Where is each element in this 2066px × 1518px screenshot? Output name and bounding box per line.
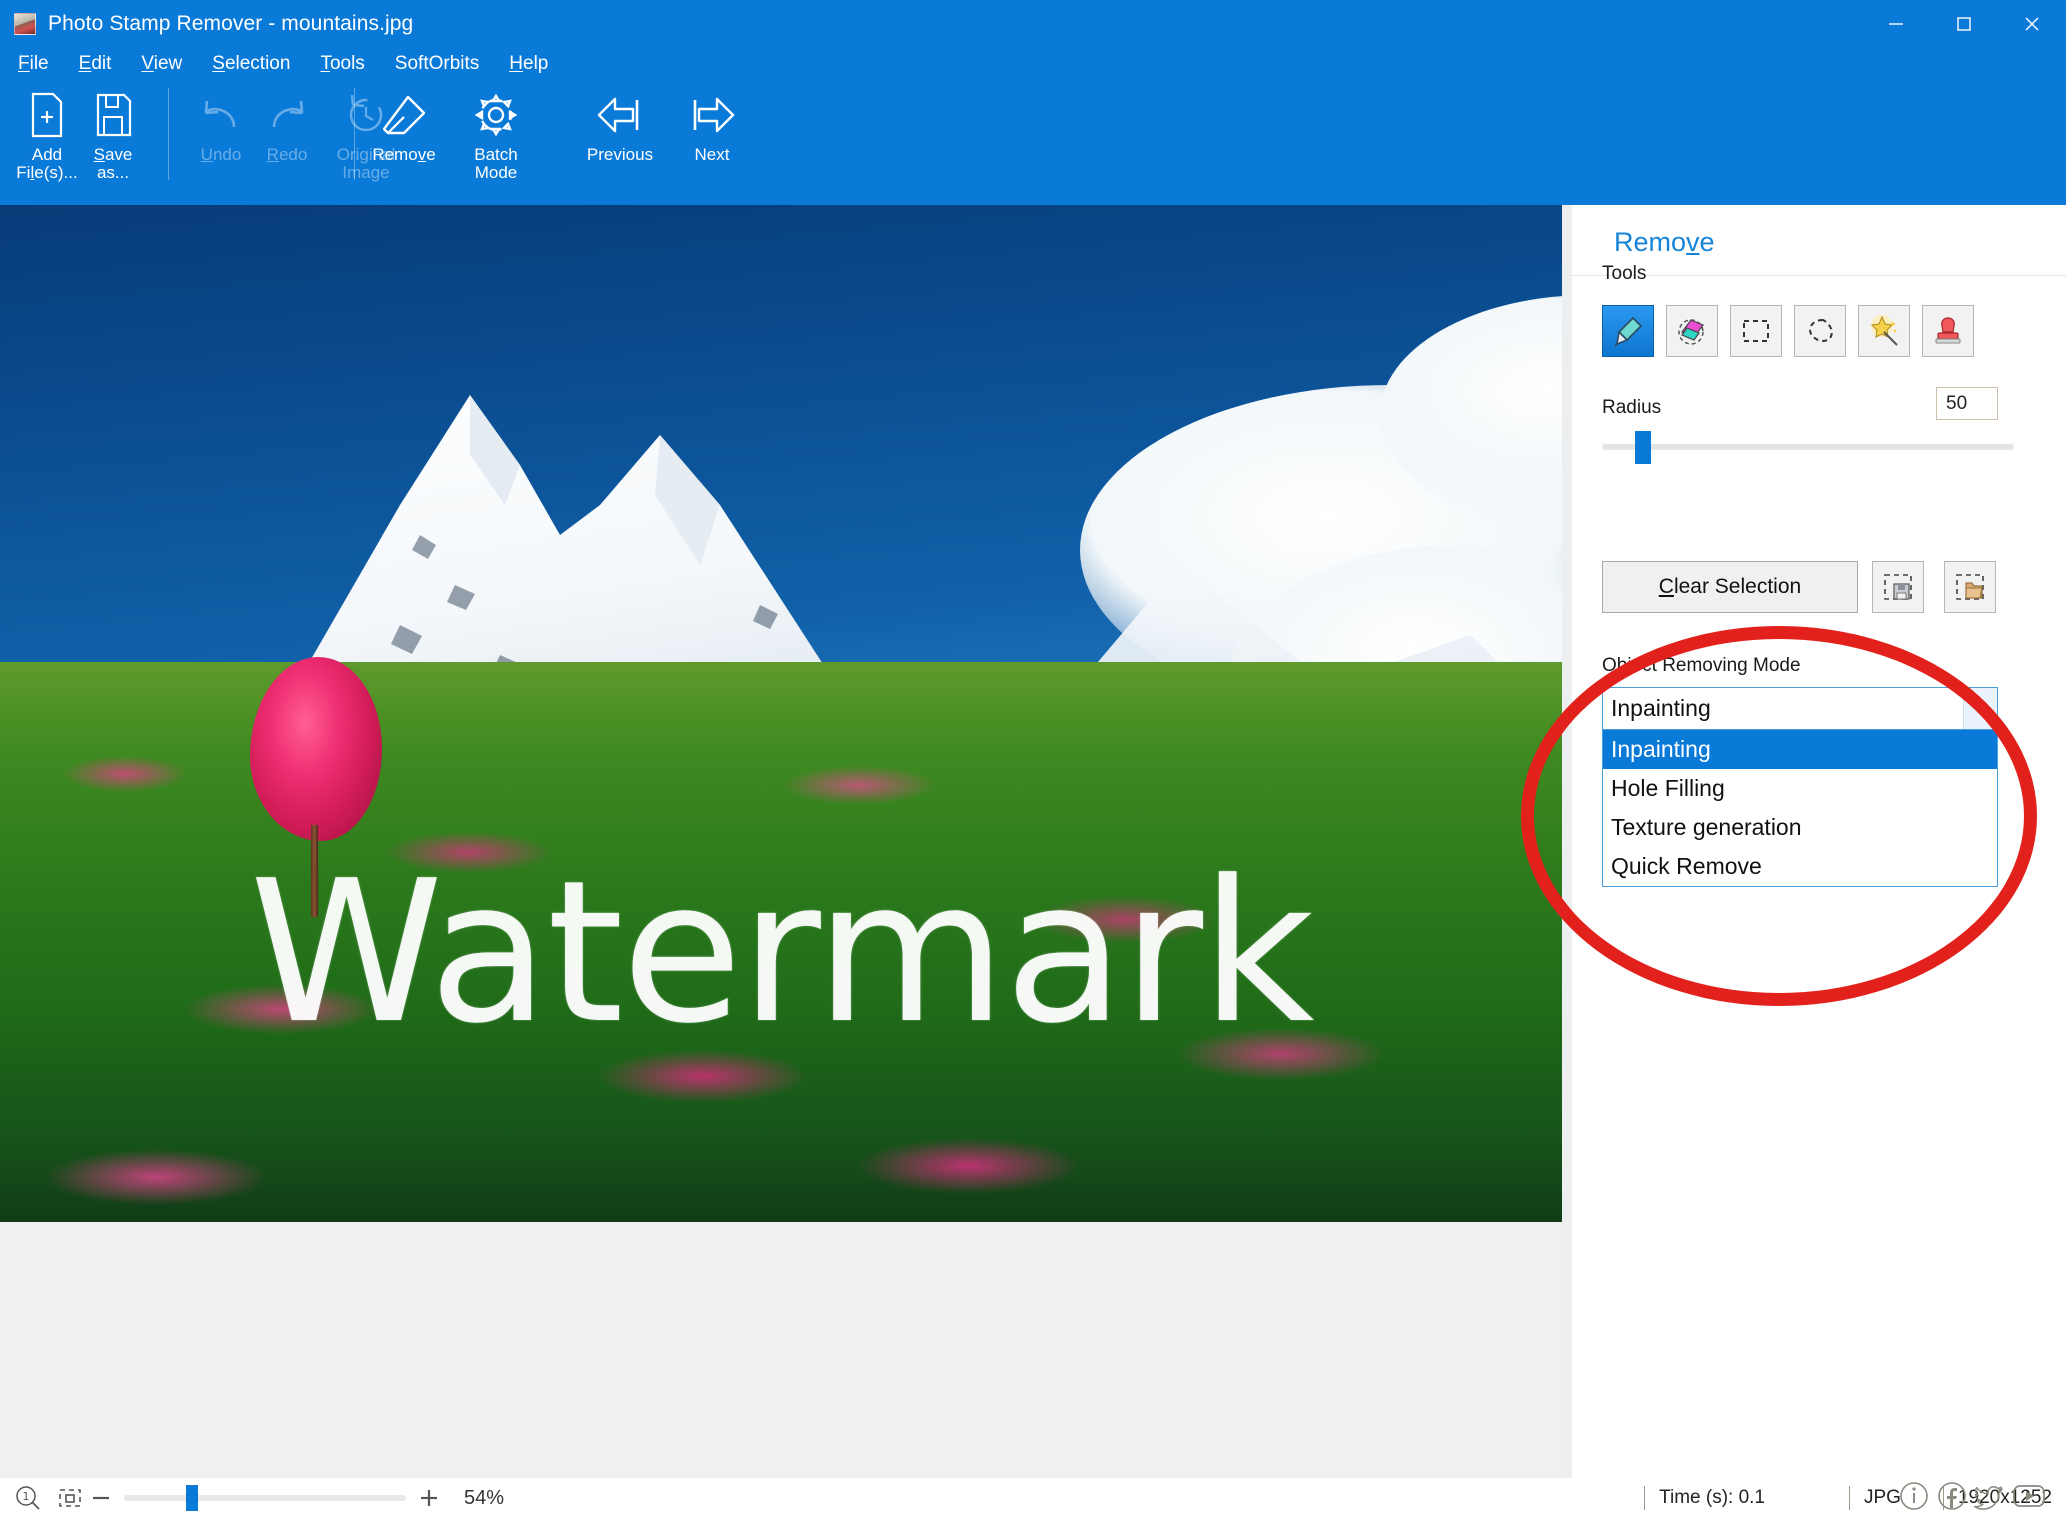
object-removing-mode-dropdown[interactable]: Inpainting Hole Filling Texture generati… [1602, 730, 1998, 887]
undo-label: Undo [200, 145, 242, 164]
menu-item-softorbits[interactable]: SoftOrbits [395, 53, 479, 75]
toolbar-separator-1 [168, 88, 169, 180]
rectangle-select-tool[interactable] [1730, 305, 1782, 357]
next-button[interactable]: Next [666, 80, 758, 164]
menu-item-view[interactable]: View [141, 53, 182, 75]
redo-button[interactable]: Redo [254, 80, 320, 164]
batch-mode-button[interactable]: Batch Mode [450, 80, 542, 182]
load-selection-button[interactable] [1944, 561, 1996, 613]
previous-button[interactable]: Previous [574, 80, 666, 164]
pink-tree-crown [250, 657, 382, 841]
zoom-in-button[interactable] [412, 1486, 446, 1510]
radius-slider-track[interactable] [1602, 444, 2014, 450]
zoom-slider-track[interactable] [124, 1485, 406, 1511]
combo-selected-value: Inpainting [1611, 695, 1711, 721]
object-removing-mode-label: Object Removing Mode [1602, 655, 1801, 676]
add-files-button[interactable]: Add File(s)... [14, 80, 80, 182]
save-as-button[interactable]: Save as... [80, 80, 146, 182]
undo-icon [198, 90, 244, 140]
save-icon [92, 90, 134, 140]
zoom-fit-icon[interactable]: 1 [14, 1484, 42, 1512]
watermark-text: Watermark [249, 839, 1314, 1067]
toolbar-separator-2 [354, 88, 355, 180]
save-selection-button[interactable] [1872, 561, 1924, 613]
chevron-down-icon[interactable] [1963, 688, 1997, 729]
dropdown-option-hole-filling[interactable]: Hole Filling [1603, 769, 1997, 808]
status-time: Time (s): 0.1 [1659, 1487, 1765, 1508]
minimize-icon[interactable] [1862, 0, 1930, 47]
menu-item-selection[interactable]: Selection [212, 53, 290, 75]
panel-title: Remove [1614, 227, 1715, 257]
object-removing-mode-combo[interactable]: Inpainting [1602, 687, 1998, 730]
magic-wand-tool[interactable] [1858, 305, 1910, 357]
marker-tool[interactable] [1602, 305, 1654, 357]
twitter-icon[interactable] [1972, 1478, 2008, 1518]
save-as-label: Save [93, 145, 133, 164]
info-icon[interactable] [1896, 1478, 1932, 1518]
radius-input[interactable]: 50 [1936, 387, 1998, 420]
remove-label: Remove [372, 145, 436, 164]
eraser-icon [378, 90, 430, 140]
tools-label: Tools [1602, 263, 1647, 284]
menu-item-edit[interactable]: Edit [79, 53, 112, 75]
zoom-percent-label: 54% [464, 1486, 505, 1509]
add-files-label2: File(s)... [16, 162, 78, 182]
radius-label: Radius [1602, 397, 1662, 418]
zoom-slider-thumb[interactable] [186, 1485, 198, 1511]
facebook-icon[interactable] [1934, 1478, 1970, 1518]
window-controls [1862, 0, 2066, 47]
maximize-icon[interactable] [1930, 0, 1998, 47]
lasso-select-tool[interactable] [1794, 305, 1846, 357]
redo-icon [264, 90, 310, 140]
redo-label: Redo [266, 145, 308, 164]
menu-item-tools[interactable]: Tools [320, 53, 364, 75]
tools-row [1602, 305, 1974, 357]
dropdown-option-texture-generation[interactable]: Texture generation [1603, 808, 1997, 847]
clear-selection-button[interactable]: Clear Selection [1602, 561, 1858, 613]
panel-divider [1562, 205, 1572, 1478]
title-bar: Photo Stamp Remover - mountains.jpg [0, 0, 2066, 47]
dropdown-option-quick-remove[interactable]: Quick Remove [1603, 847, 1997, 886]
application-window: Photo Stamp Remover - mountains.jpg File… [0, 0, 2066, 1518]
arrow-left-icon [593, 90, 647, 140]
next-label: Next [694, 145, 730, 164]
menu-item-help[interactable]: Help [509, 53, 548, 75]
fit-to-screen-icon[interactable] [56, 1484, 84, 1512]
radius-slider-thumb[interactable] [1635, 431, 1651, 464]
window-title: Photo Stamp Remover - mountains.jpg [48, 11, 414, 35]
eraser-tool[interactable] [1666, 305, 1718, 357]
close-icon[interactable] [1998, 0, 2066, 47]
app-icon [14, 12, 36, 35]
previous-label: Previous [586, 145, 654, 164]
dropdown-option-inpainting[interactable]: Inpainting [1603, 730, 1997, 769]
image-canvas-area[interactable]: Watermark [0, 205, 1562, 1478]
save-as-label2: as... [96, 162, 130, 182]
photo-image[interactable]: Watermark [0, 205, 1562, 1222]
social-links [1896, 1478, 2048, 1518]
status-bar: 1 54% Time (s): 0.1 JPG 1920x1252 [0, 1478, 2066, 1518]
youtube-icon[interactable] [2010, 1478, 2048, 1518]
batch-mode-label2: Mode [474, 162, 518, 182]
zoom-out-button[interactable] [84, 1486, 118, 1510]
undo-button[interactable]: Undo [188, 80, 254, 164]
batch-mode-label: Batch [474, 145, 518, 164]
remove-button[interactable]: Remove [358, 80, 450, 164]
menu-item-file[interactable]: File [18, 53, 49, 75]
remove-panel: Remove Tools Radius 50 C lear Selection … [1572, 205, 2066, 1478]
menu-bar: File Edit View Selection Tools SoftOrbit… [0, 47, 2066, 80]
arrow-right-icon [685, 90, 739, 140]
stamp-tool[interactable] [1922, 305, 1974, 357]
svg-text:1: 1 [23, 1490, 30, 1503]
gear-icon [471, 90, 521, 140]
toolbar: Add File(s)... Save as... Undo Redo Orig… [0, 80, 2066, 205]
add-files-label: Add [31, 145, 63, 164]
add-file-icon [26, 90, 68, 140]
